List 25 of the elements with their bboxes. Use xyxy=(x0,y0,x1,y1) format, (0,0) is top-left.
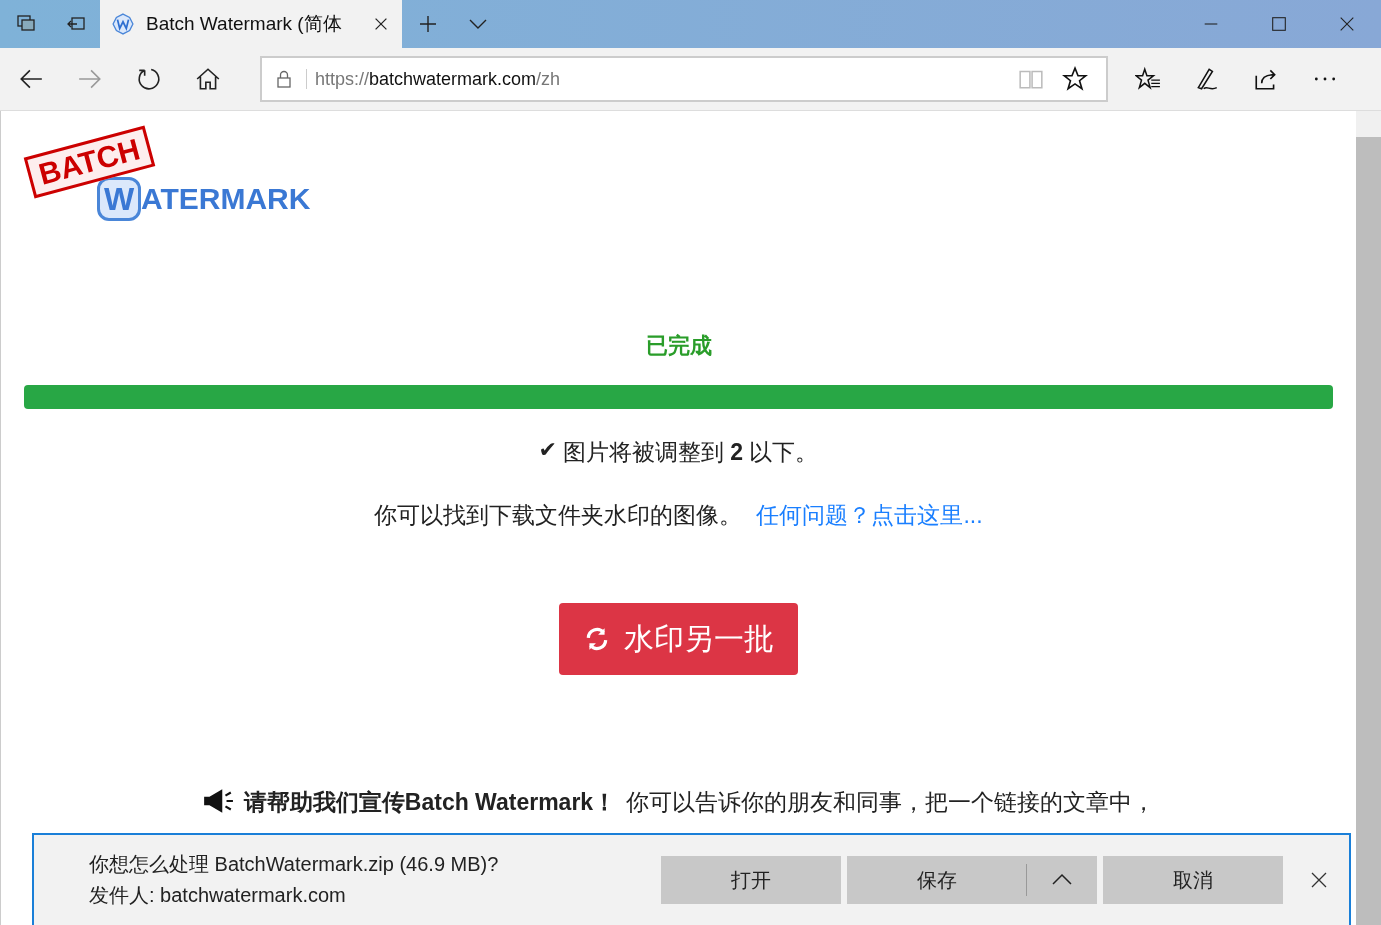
check-icon: ✔ xyxy=(538,437,557,468)
promo-text: 请帮助我们宣传Batch Watermark！ 你可以告诉你的朋友和同事，把一个链接的文章中， xyxy=(243,788,1156,817)
favorites-icon[interactable] xyxy=(1135,66,1161,92)
browser-tab[interactable]: Batch Watermark (简体 xyxy=(100,0,402,48)
download-sender: 发件人: batchwatermark.com xyxy=(89,883,347,908)
home-icon[interactable] xyxy=(195,66,221,92)
download-question: 你想怎么处理 BatchWatermark.zip (46.9 MB)? xyxy=(89,852,500,877)
megaphone-icon xyxy=(201,787,234,815)
star-icon[interactable] xyxy=(1062,66,1088,92)
status-text: 已完成 xyxy=(645,332,712,360)
download-button[interactable]: 打开 xyxy=(661,856,841,904)
refresh-icon[interactable] xyxy=(136,66,162,92)
plus-icon[interactable] xyxy=(418,14,438,34)
close-icon[interactable] xyxy=(1309,870,1329,890)
address-bar[interactable]: https://batchwatermark.com/zh xyxy=(260,56,1108,102)
site-icon xyxy=(112,13,134,35)
note-text: 图片将被调整到 2 以下。 xyxy=(562,438,819,467)
info-text: 你可以找到下载文件夹水印的图像。 xyxy=(374,501,743,530)
maximize-icon[interactable] xyxy=(1270,15,1288,33)
help-link[interactable]: 任何问题？点击这里... xyxy=(756,500,983,531)
close-icon[interactable] xyxy=(1338,15,1356,33)
download-button[interactable]: 取消 xyxy=(1103,856,1283,904)
watermark-again-button[interactable]: 水印另一批 xyxy=(559,603,798,675)
logo-badge: W xyxy=(97,177,141,221)
tabs-icon[interactable] xyxy=(16,14,36,34)
